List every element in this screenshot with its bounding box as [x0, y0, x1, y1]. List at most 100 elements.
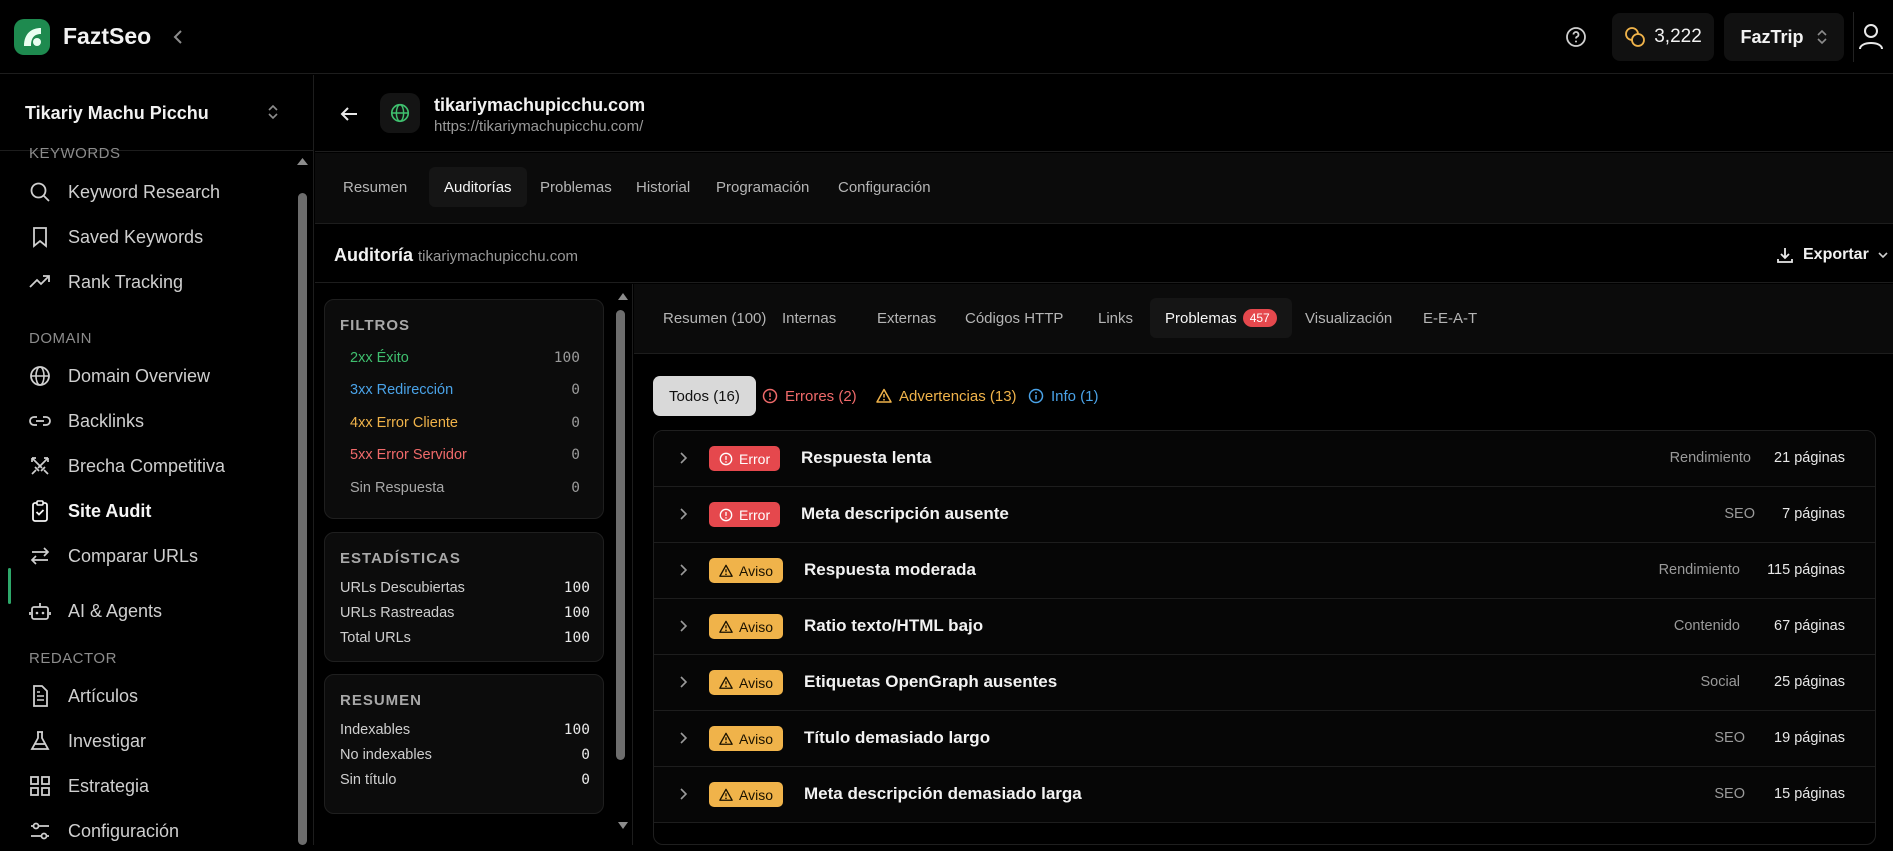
issue-pages: 67 páginas [1774, 618, 1845, 634]
stats-card: ESTADÍSTICAS URLs Descubiertas 100 URLs … [324, 532, 604, 662]
stat-value: 100 [563, 580, 590, 596]
sidebar-item-estrategia[interactable]: Estrategia [28, 766, 288, 806]
issue-row[interactable]: Aviso Título demasiado largo SEO 19 pági… [654, 711, 1875, 767]
back-arrow-icon[interactable] [339, 105, 359, 123]
tab-eeat[interactable]: E-E-A-T [1408, 298, 1492, 338]
filter-errores[interactable]: Errores (2) [746, 376, 873, 416]
issue-pages: 7 páginas [1782, 506, 1845, 522]
filter-3xx[interactable]: 3xx Redirección 0 [350, 382, 580, 398]
tab-label: Internas [782, 309, 837, 327]
credits-button[interactable]: 3,222 [1612, 13, 1714, 61]
info-circle-icon [1028, 388, 1044, 404]
site-domain: tikariymachupicchu.com [434, 95, 646, 115]
stat-value: 100 [563, 605, 590, 621]
issue-pages: 15 páginas [1774, 786, 1845, 802]
error-circle-icon [762, 388, 778, 404]
filter-label: Info (1) [1051, 387, 1099, 405]
tab-internas[interactable]: Internas [767, 298, 851, 338]
issue-row[interactable]: Aviso Meta descripción demasiado larga S… [654, 767, 1875, 823]
error-circle-icon [719, 452, 733, 465]
tab-configuracion[interactable]: Configuración [823, 167, 946, 207]
sidebar-item-ai-agents[interactable]: AI & Agents [28, 591, 288, 631]
tab-problemas-active[interactable]: Problemas 457 [1150, 298, 1292, 338]
sidebar-item-label: Artículos [68, 685, 139, 706]
summary-value: 0 [581, 747, 590, 763]
issue-pages: 115 páginas [1767, 562, 1845, 578]
tab-links[interactable]: Links [1083, 298, 1148, 338]
tab-auditorias[interactable]: Auditorías [429, 167, 527, 207]
help-icon[interactable] [1564, 25, 1588, 49]
sidebar-item-comparar-urls[interactable]: Comparar URLs [28, 536, 288, 576]
app-logo[interactable] [14, 19, 50, 55]
stat-row: URLs Rastreadas 100 [340, 605, 590, 621]
app-brand: FaztSeo [63, 23, 152, 49]
issue-row[interactable]: Error Respuesta lenta Rendimiento 21 pág… [654, 431, 1875, 487]
summary-label: Sin título [340, 772, 397, 788]
user-icon[interactable] [1858, 22, 1884, 50]
sidebar-item-configuracion[interactable]: Configuración [28, 811, 288, 851]
export-button[interactable]: Exportar [1775, 245, 1889, 265]
filter-advertencias[interactable]: Advertencias (13) [860, 376, 1033, 416]
filter-sin-respuesta[interactable]: Sin Respuesta 0 [350, 480, 580, 496]
issue-category: Rendimiento [1669, 450, 1751, 466]
severity-label: Aviso [739, 618, 773, 635]
issue-row[interactable]: Aviso Ratio texto/HTML bajo Contenido 67… [654, 599, 1875, 655]
issue-title: Ratio texto/HTML bajo [804, 616, 984, 635]
tab-codigos-http[interactable]: Códigos HTTP [950, 298, 1078, 338]
tab-resumen-100[interactable]: Resumen (100) [648, 298, 781, 338]
tab-visualizacion[interactable]: Visualización [1290, 298, 1407, 338]
filter-2xx[interactable]: 2xx Éxito 100 [350, 350, 580, 366]
tab-problemas[interactable]: Problemas [525, 167, 627, 207]
chevron-right-icon [678, 675, 688, 689]
audit-title: Auditoría [334, 245, 413, 265]
tab-resumen[interactable]: Resumen [328, 167, 422, 207]
filter-value: 100 [553, 350, 580, 366]
issue-row[interactable]: Aviso Respuesta moderada Rendimiento 115… [654, 543, 1875, 599]
tab-label: Resumen (100) [663, 309, 767, 327]
stat-label: Total URLs [340, 630, 411, 646]
issue-row[interactable]: Aviso Etiquetas OpenGraph ausentes Socia… [654, 655, 1875, 711]
filter-5xx[interactable]: 5xx Error Servidor 0 [350, 447, 580, 463]
sidebar-scrollbar-thumb[interactable] [298, 193, 307, 845]
active-indicator [8, 568, 11, 604]
trend-icon [29, 275, 50, 288]
tab-historial[interactable]: Historial [621, 167, 705, 207]
sidebar-item-brecha-competitiva[interactable]: Brecha Competitiva [28, 446, 288, 486]
sidebar-item-label: Comparar URLs [68, 545, 199, 566]
sidebar-item-label: Investigar [68, 730, 147, 751]
sidebar-item-investigar[interactable]: Investigar [28, 721, 288, 761]
tab-externas[interactable]: Externas [862, 298, 951, 338]
bot-icon [29, 603, 51, 620]
warning-triangle-icon [719, 564, 733, 577]
sidebar-item-domain-overview[interactable]: Domain Overview [28, 356, 288, 396]
filter-label: Sin Respuesta [350, 480, 445, 496]
site-url[interactable]: https://tikariymachupicchu.com/ [434, 118, 643, 135]
project-selector[interactable]: Tikariy Machu Picchu [0, 75, 314, 151]
sidebar: Tikariy Machu Picchu KEYWORDS Keyword Re… [0, 75, 314, 845]
filter-panel-scrollbar-thumb[interactable] [616, 310, 625, 760]
issue-row[interactable]: Error Meta descripción ausente SEO 7 pág… [654, 487, 1875, 543]
download-icon [1777, 248, 1793, 263]
warning-triangle-icon [719, 676, 733, 689]
workspace-selector[interactable]: FazTrip [1724, 13, 1844, 61]
sidebar-item-rank-tracking[interactable]: Rank Tracking [28, 262, 288, 302]
filter-todos[interactable]: Todos (16) [653, 376, 756, 416]
sidebar-item-site-audit[interactable]: Site Audit [28, 491, 288, 531]
sidebar-item-articulos[interactable]: Artículos [28, 676, 288, 716]
filter-4xx[interactable]: 4xx Error Cliente 0 [350, 415, 580, 431]
sidebar-item-saved-keywords[interactable]: Saved Keywords [28, 217, 288, 257]
issue-pages: 25 páginas [1774, 674, 1845, 690]
project-name: Tikariy Machu Picchu [25, 103, 209, 123]
stat-row: URLs Descubiertas 100 [340, 580, 590, 596]
filter-info[interactable]: Info (1) [1012, 376, 1115, 416]
scroll-up-icon[interactable] [617, 292, 629, 301]
tab-programacion[interactable]: Programación [701, 167, 824, 207]
tab-label: E-E-A-T [1423, 309, 1478, 327]
collapse-sidebar-icon[interactable] [170, 27, 186, 47]
sidebar-item-label: Site Audit [68, 500, 152, 521]
sidebar-item-backlinks[interactable]: Backlinks [28, 401, 288, 441]
scroll-down-icon[interactable] [617, 821, 629, 830]
sidebar-item-keyword-research[interactable]: Keyword Research [28, 172, 288, 212]
filters-card: FILTROS 2xx Éxito 100 3xx Redirección 0 … [324, 299, 604, 519]
chevron-right-icon [678, 619, 688, 633]
